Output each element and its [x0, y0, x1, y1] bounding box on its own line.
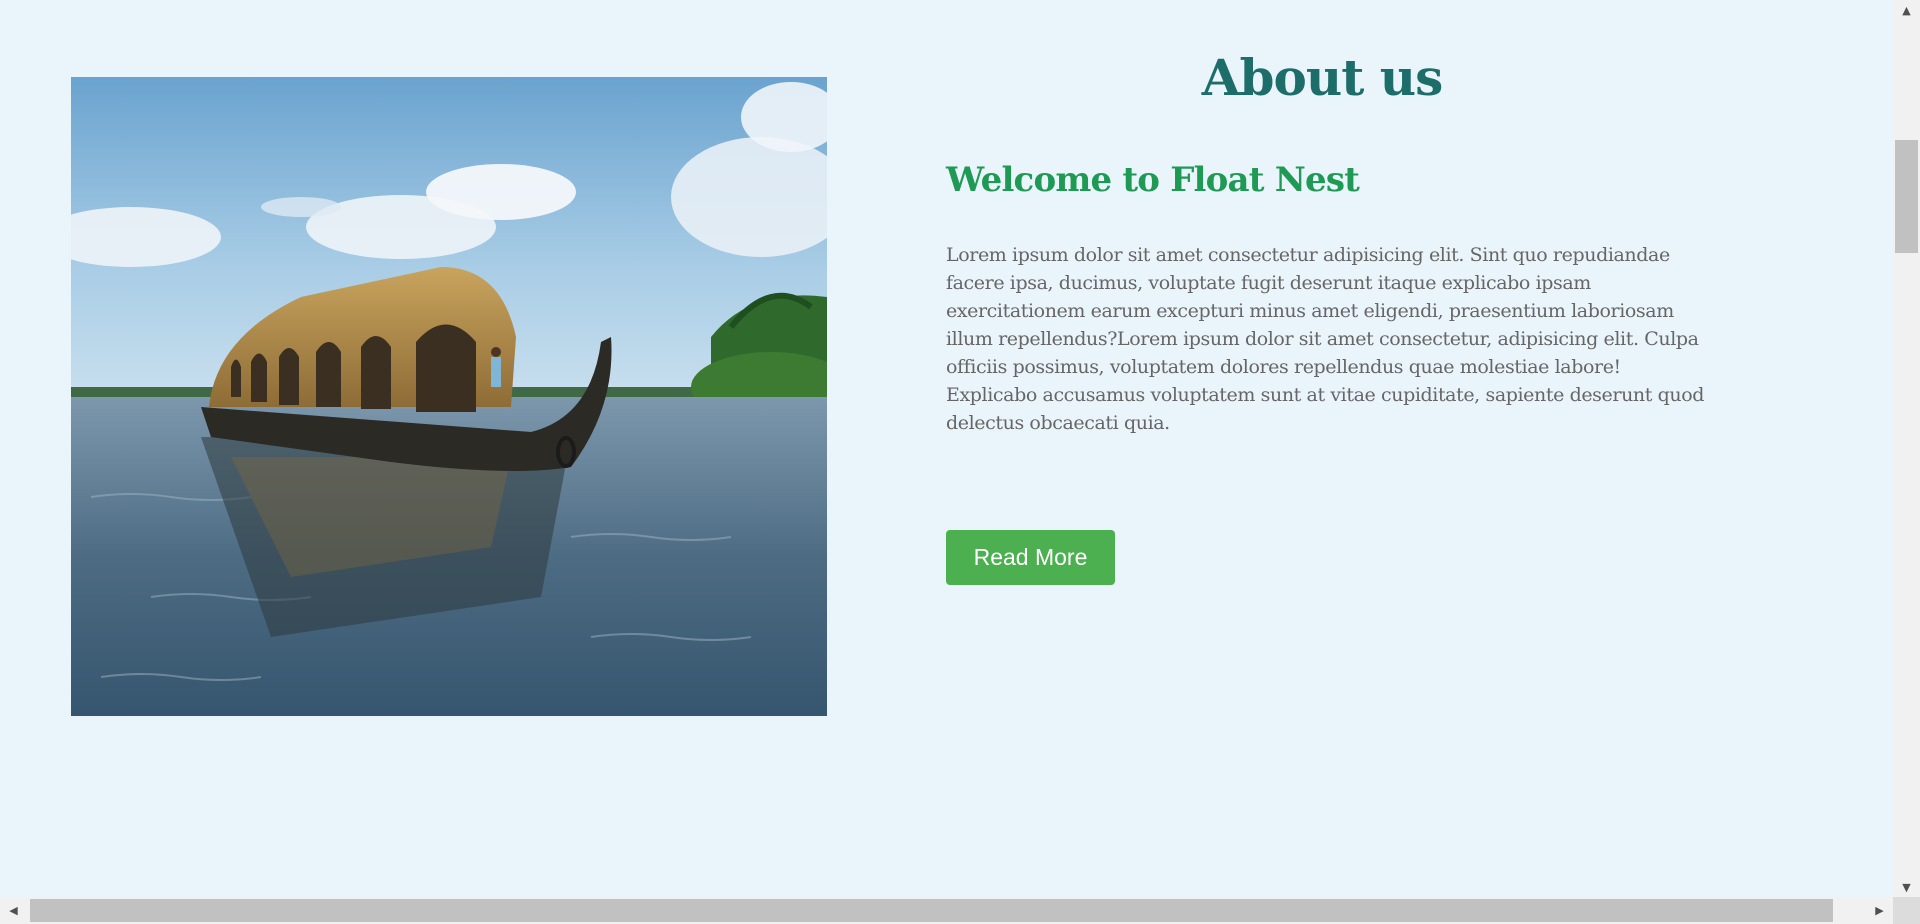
scrollbar-corner [1893, 897, 1920, 924]
about-paragraph: Lorem ipsum dolor sit amet consectetur a… [946, 244, 1705, 434]
scroll-up-arrow-icon[interactable]: ▲ [1893, 0, 1920, 20]
houseboat-image [71, 77, 827, 716]
vertical-scroll-thumb[interactable] [1895, 140, 1918, 253]
about-title: About us [1201, 48, 1443, 107]
vertical-scrollbar[interactable]: ▲ ▼ [1893, 0, 1920, 897]
read-more-button[interactable]: Read More [946, 530, 1115, 585]
welcome-heading: Welcome to Float Nest [946, 160, 1360, 200]
horizontal-scrollbar[interactable]: ◀ ▶ [0, 897, 1893, 924]
horizontal-scroll-thumb[interactable] [30, 899, 1833, 922]
scroll-left-arrow-icon[interactable]: ◀ [0, 897, 27, 924]
scroll-down-arrow-icon[interactable]: ▼ [1893, 877, 1920, 897]
houseboat-photo-icon [71, 77, 827, 716]
scroll-right-arrow-icon[interactable]: ▶ [1866, 897, 1893, 924]
page-viewport: About us Welcome to Float Nest Lorem ips… [0, 0, 1893, 897]
